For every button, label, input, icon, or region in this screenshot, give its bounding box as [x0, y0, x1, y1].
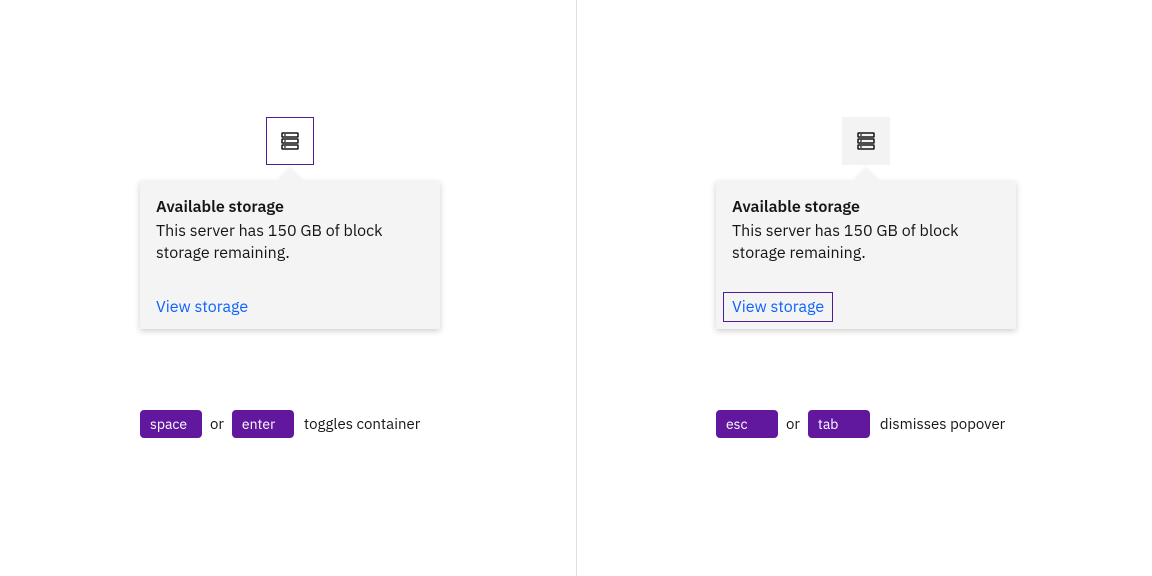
popover-trigger-button[interactable] [266, 117, 314, 165]
legend-text: dismisses popover [880, 415, 1005, 434]
keyboard-legend: esc or tab dismisses popover [716, 410, 1005, 438]
key-space: space [140, 410, 202, 438]
keyboard-legend: space or enter toggles container [140, 410, 420, 438]
view-storage-link[interactable]: View storage [728, 297, 828, 317]
popover-body: This server has 150 GB of block storage … [732, 220, 1000, 265]
example-panel-left: Available storage This server has 150 GB… [0, 0, 576, 576]
key-enter: enter [232, 410, 294, 438]
server-icon [280, 131, 300, 151]
key-esc: esc [716, 410, 778, 438]
server-icon [856, 131, 876, 151]
popover-body: This server has 150 GB of block storage … [156, 220, 424, 265]
popover: Available storage This server has 150 GB… [716, 181, 1016, 329]
view-storage-link[interactable]: View storage [156, 297, 248, 317]
legend-text: toggles container [304, 415, 420, 434]
example-panel-right: Available storage This server has 150 GB… [576, 0, 1152, 576]
popover-trigger-button[interactable] [842, 117, 890, 165]
legend-or: or [786, 415, 800, 434]
popover: Available storage This server has 150 GB… [140, 181, 440, 329]
popover-title: Available storage [156, 197, 424, 218]
key-tab: tab [808, 410, 870, 438]
legend-or: or [210, 415, 224, 434]
popover-title: Available storage [732, 197, 1000, 218]
